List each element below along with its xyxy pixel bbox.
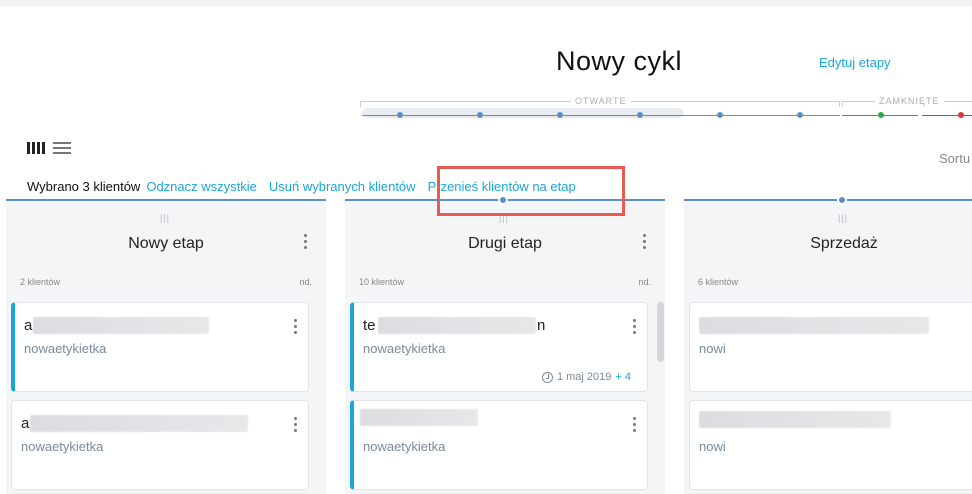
open-stages-line (362, 115, 840, 116)
client-card[interactable]: nowi (689, 400, 972, 490)
column-count: 2 klientów (20, 277, 61, 287)
won-stage-dot[interactable] (878, 112, 884, 118)
client-tag: nowi (699, 341, 726, 356)
client-name-end: n (537, 317, 546, 334)
stage-dot[interactable] (797, 112, 803, 118)
client-tag: nowaetykietka (21, 439, 104, 454)
open-group-label: OTWARTE (571, 96, 631, 106)
card-date: 1 maj 2019 (556, 371, 612, 383)
delete-selected-link[interactable]: Usuń wybranych klientów (269, 179, 416, 194)
stage-dot[interactable] (557, 112, 563, 118)
stage-dot[interactable] (637, 112, 643, 118)
redacted-name (699, 317, 929, 334)
client-tag: nowaetykietka (24, 341, 107, 356)
drag-handle-icon[interactable]: ||| (838, 213, 848, 223)
pipeline-stages: OTWARTE ZAMKNIĘTE (360, 92, 972, 122)
client-tag: nowi (699, 439, 726, 454)
lost-stage-dot[interactable] (958, 112, 964, 118)
stage-dot[interactable] (717, 112, 723, 118)
columns-icon[interactable] (27, 142, 45, 154)
stage-dot (837, 195, 847, 205)
selected-stages-highlight (362, 108, 684, 118)
column-count: 6 klientów (698, 277, 739, 287)
view-toggle (27, 142, 71, 154)
sort-dropdown[interactable]: Sortu (939, 151, 970, 166)
redacted-name (30, 415, 248, 432)
extra-count[interactable]: + 4 (615, 371, 631, 383)
top-bar (0, 0, 972, 6)
clock-icon (541, 371, 553, 383)
more-vert-icon[interactable] (631, 319, 637, 334)
stage-column: ||| Sprzedaż 6 klientów nowi nowi (684, 195, 972, 494)
list-icon[interactable] (53, 142, 71, 154)
more-vert-icon[interactable] (292, 417, 298, 432)
app-page: Nowy cykl Edytuj etapy OTWARTE ZAMKNIĘTE… (0, 0, 972, 494)
more-vert-icon[interactable] (292, 319, 298, 334)
more-vert-icon[interactable] (631, 417, 637, 432)
column-value: nd. (299, 277, 312, 287)
redacted-name (360, 409, 478, 426)
column-title: Sprzedaż (810, 235, 878, 252)
client-name: a (24, 317, 33, 334)
redacted-name (33, 317, 209, 334)
more-vert-icon[interactable] (641, 234, 647, 249)
client-card[interactable]: nowaetykietka (350, 400, 648, 490)
page-title: Nowy cykl (556, 46, 683, 76)
stage-dot[interactable] (397, 112, 403, 118)
stage-dot[interactable] (477, 112, 483, 118)
deselect-all-link[interactable]: Odznacz wszystkie (146, 179, 257, 194)
stage-column: ||| Drugi etap 10 klientów nd. te n nowa… (345, 195, 665, 494)
more-vert-icon[interactable] (302, 234, 308, 249)
edit-stages-link[interactable]: Edytuj etapy (819, 55, 891, 70)
column-title: Drugi etap (468, 235, 542, 252)
stage-column: ||| Nowy etap 2 klientów nd. a nowaetyki… (6, 199, 326, 494)
annotation-highlight (437, 166, 625, 216)
client-card[interactable]: a nowaetykietka (11, 302, 309, 392)
client-card[interactable]: nowi (689, 302, 972, 392)
client-card[interactable]: te n nowaetykietka 1 maj 2019 + 4 (350, 302, 648, 392)
redacted-name (378, 317, 536, 334)
column-count: 10 klientów (359, 277, 405, 287)
column-title: Nowy etap (128, 235, 204, 252)
column-value: nd. (638, 277, 651, 287)
client-tag: nowaetykietka (363, 439, 446, 454)
closed-group-label: ZAMKNIĘTE (875, 96, 944, 106)
card-meta: 1 maj 2019 + 4 (541, 371, 631, 383)
column-scrollbar[interactable] (657, 302, 664, 362)
client-tag: nowaetykietka (363, 341, 446, 356)
lost-stage-line (922, 115, 972, 116)
redacted-name (699, 411, 891, 428)
client-name: a (21, 415, 30, 432)
selection-count: Wybrano 3 klientów (27, 179, 141, 194)
client-card[interactable]: a nowaetykietka (11, 400, 309, 490)
drag-handle-icon[interactable]: ||| (160, 213, 170, 223)
client-name: te (363, 317, 376, 334)
